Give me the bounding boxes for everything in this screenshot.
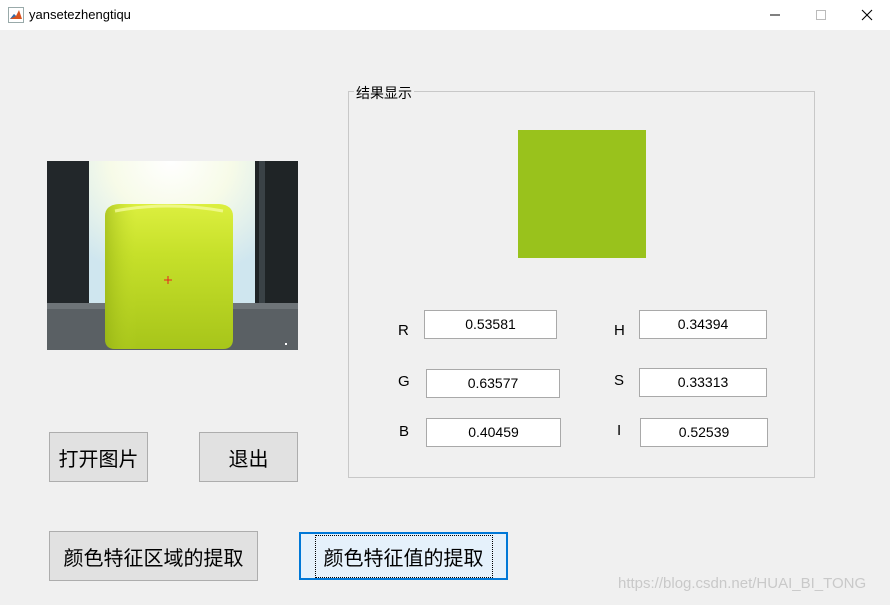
close-button[interactable] (844, 0, 890, 30)
maximize-button[interactable] (798, 0, 844, 30)
s-value-field[interactable]: 0.33313 (639, 368, 767, 397)
image-preview[interactable] (47, 161, 298, 350)
h-value-field[interactable]: 0.34394 (639, 310, 767, 339)
extract-color-value-button[interactable]: 颜色特征值的提取 (299, 532, 508, 580)
r-label: R (398, 322, 409, 339)
g-value-field[interactable]: 0.63577 (426, 369, 560, 398)
matlab-app-icon (8, 7, 24, 23)
extract-color-region-button[interactable]: 颜色特征区域的提取 (49, 531, 258, 581)
g-label: G (398, 373, 410, 390)
r-value-field[interactable]: 0.53581 (424, 310, 557, 339)
result-group-title: 结果显示 (354, 83, 414, 103)
exit-button[interactable]: 退出 (199, 432, 298, 482)
s-label: S (614, 372, 625, 389)
h-label: H (614, 322, 625, 339)
bottle-photo (47, 161, 298, 350)
open-image-button[interactable]: 打开图片 (49, 432, 148, 482)
watermark-text: https://blog.csdn.net/HUAI_BI_TONG (618, 575, 867, 592)
b-label: B (399, 423, 410, 440)
close-icon (861, 9, 873, 21)
minimize-icon (770, 14, 780, 16)
exit-label: 退出 (228, 446, 269, 471)
maximize-icon (816, 10, 826, 20)
window-title: yansetezhengtiqu (29, 7, 131, 22)
minimize-button[interactable] (752, 0, 798, 30)
extract-color-value-label: 颜色特征值的提取 (314, 534, 493, 578)
i-value-field[interactable]: 0.52539 (640, 418, 768, 447)
open-image-label: 打开图片 (58, 446, 139, 471)
color-swatch (518, 130, 646, 258)
b-value-field[interactable]: 0.40459 (426, 418, 561, 447)
title-bar: yansetezhengtiqu (0, 0, 890, 30)
i-label: I (617, 422, 622, 439)
extract-color-region-label: 颜色特征区域的提取 (63, 545, 244, 570)
